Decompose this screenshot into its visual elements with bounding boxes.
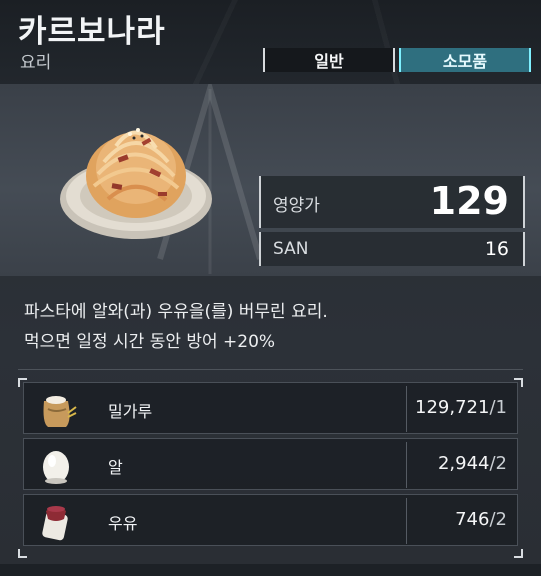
owned-amount: 746 <box>455 509 490 530</box>
ingredient-quantity: 2,944/2 <box>438 453 507 474</box>
nutrition-stat: 영양가 129 <box>259 176 525 228</box>
description-line-1: 파스타에 알와(과) 우유을(를) 버무린 요리. <box>24 302 328 322</box>
row-separator <box>406 442 407 488</box>
required-amount: /1 <box>489 397 507 418</box>
ingredient-name: 우유 <box>108 514 138 533</box>
nutrition-label: 영양가 <box>273 196 320 216</box>
ingredient-row-flour[interactable]: 밀가루 129,721/1 <box>23 382 518 434</box>
section-divider <box>18 369 523 370</box>
egg-icon <box>43 451 69 484</box>
tab-consumable[interactable]: 소모품 <box>399 48 531 72</box>
milk-bottle-icon <box>42 506 68 541</box>
description-line-2: 먹으면 일정 시간 동안 방어 +20% <box>24 332 276 352</box>
ingredient-row-egg[interactable]: 알 2,944/2 <box>23 438 518 490</box>
item-category: 요리 <box>20 53 52 73</box>
ingredient-quantity: 129,721/1 <box>415 397 507 418</box>
row-separator <box>406 386 407 432</box>
item-description: 파스타에 알와(과) 우유을(를) 버무린 요리. 먹으면 일정 시간 동안 방… <box>24 297 524 357</box>
ingredients-list: 밀가루 129,721/1 알 2,944/2 우유 746/2 <box>18 378 523 558</box>
ingredient-name: 밀가루 <box>108 402 153 421</box>
required-amount: /2 <box>489 509 507 530</box>
san-value: 16 <box>484 238 509 260</box>
item-detail-panel: 카르보나라 요리 일반 소모품 영양가 129 SAN 16 파스타에 알와(과… <box>0 0 541 576</box>
row-separator <box>406 498 407 544</box>
item-title: 카르보나라 <box>18 14 166 50</box>
ingredient-quantity: 746/2 <box>455 509 507 530</box>
frame-corner <box>18 549 27 558</box>
owned-amount: 2,944 <box>437 453 490 474</box>
owned-amount: 129,721 <box>415 397 490 418</box>
bottom-strip <box>0 564 541 576</box>
item-header: 카르보나라 요리 일반 소모품 <box>0 0 541 84</box>
required-amount: /2 <box>489 453 507 474</box>
san-stat: SAN 16 <box>259 232 525 266</box>
item-image-area: 영양가 129 SAN 16 <box>0 84 541 276</box>
carbonara-dish-icon <box>60 128 212 239</box>
frame-corner <box>514 549 523 558</box>
ingredient-row-milk[interactable]: 우유 746/2 <box>23 494 518 546</box>
tab-normal[interactable]: 일반 <box>263 48 395 72</box>
san-label: SAN <box>273 239 309 259</box>
flour-sack-icon <box>43 396 77 427</box>
ingredient-name: 알 <box>108 458 123 477</box>
nutrition-value: 129 <box>429 179 509 223</box>
